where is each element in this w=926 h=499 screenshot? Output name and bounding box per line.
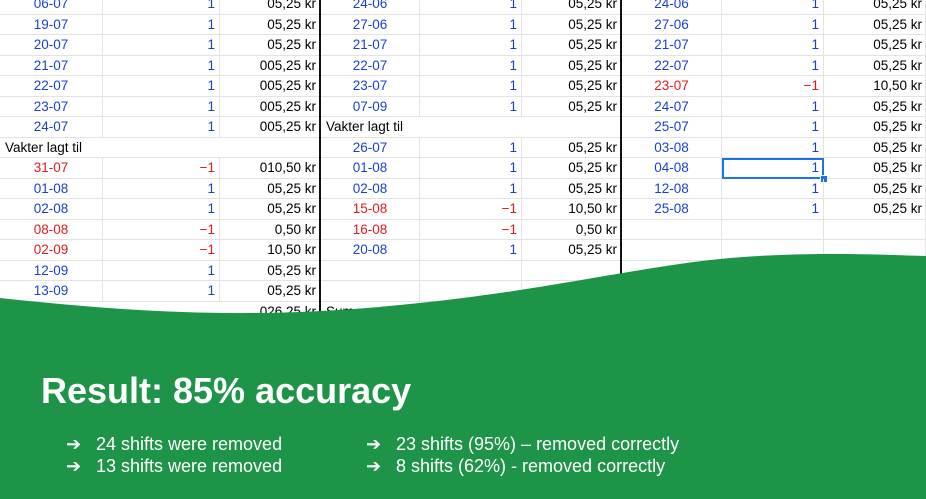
slide-title: Result: 85% accuracy <box>41 370 412 411</box>
arrow-right-icon: ➔ <box>66 456 82 476</box>
bullet-left-2: ➔ 13 shifts were removed <box>66 456 282 477</box>
arrow-right-icon: ➔ <box>366 434 382 454</box>
bullet-right-2: ➔ 8 shifts (62%) - removed correctly <box>366 456 665 477</box>
green-wave-background <box>0 254 926 499</box>
bullet-text: 24 shifts were removed <box>96 434 283 454</box>
arrow-right-icon: ➔ <box>366 456 382 476</box>
bullet-text: 23 shifts (95%) – removed correctly <box>396 434 680 454</box>
bullet-right-1: ➔ 23 shifts (95%) – removed correctly <box>366 434 679 455</box>
arrow-right-icon: ➔ <box>66 434 82 454</box>
bullet-text: 13 shifts were removed <box>96 456 283 476</box>
bullet-text: 8 shifts (62%) - removed correctly <box>396 456 666 476</box>
bullet-left-1: ➔ 24 shifts were removed <box>66 434 282 455</box>
